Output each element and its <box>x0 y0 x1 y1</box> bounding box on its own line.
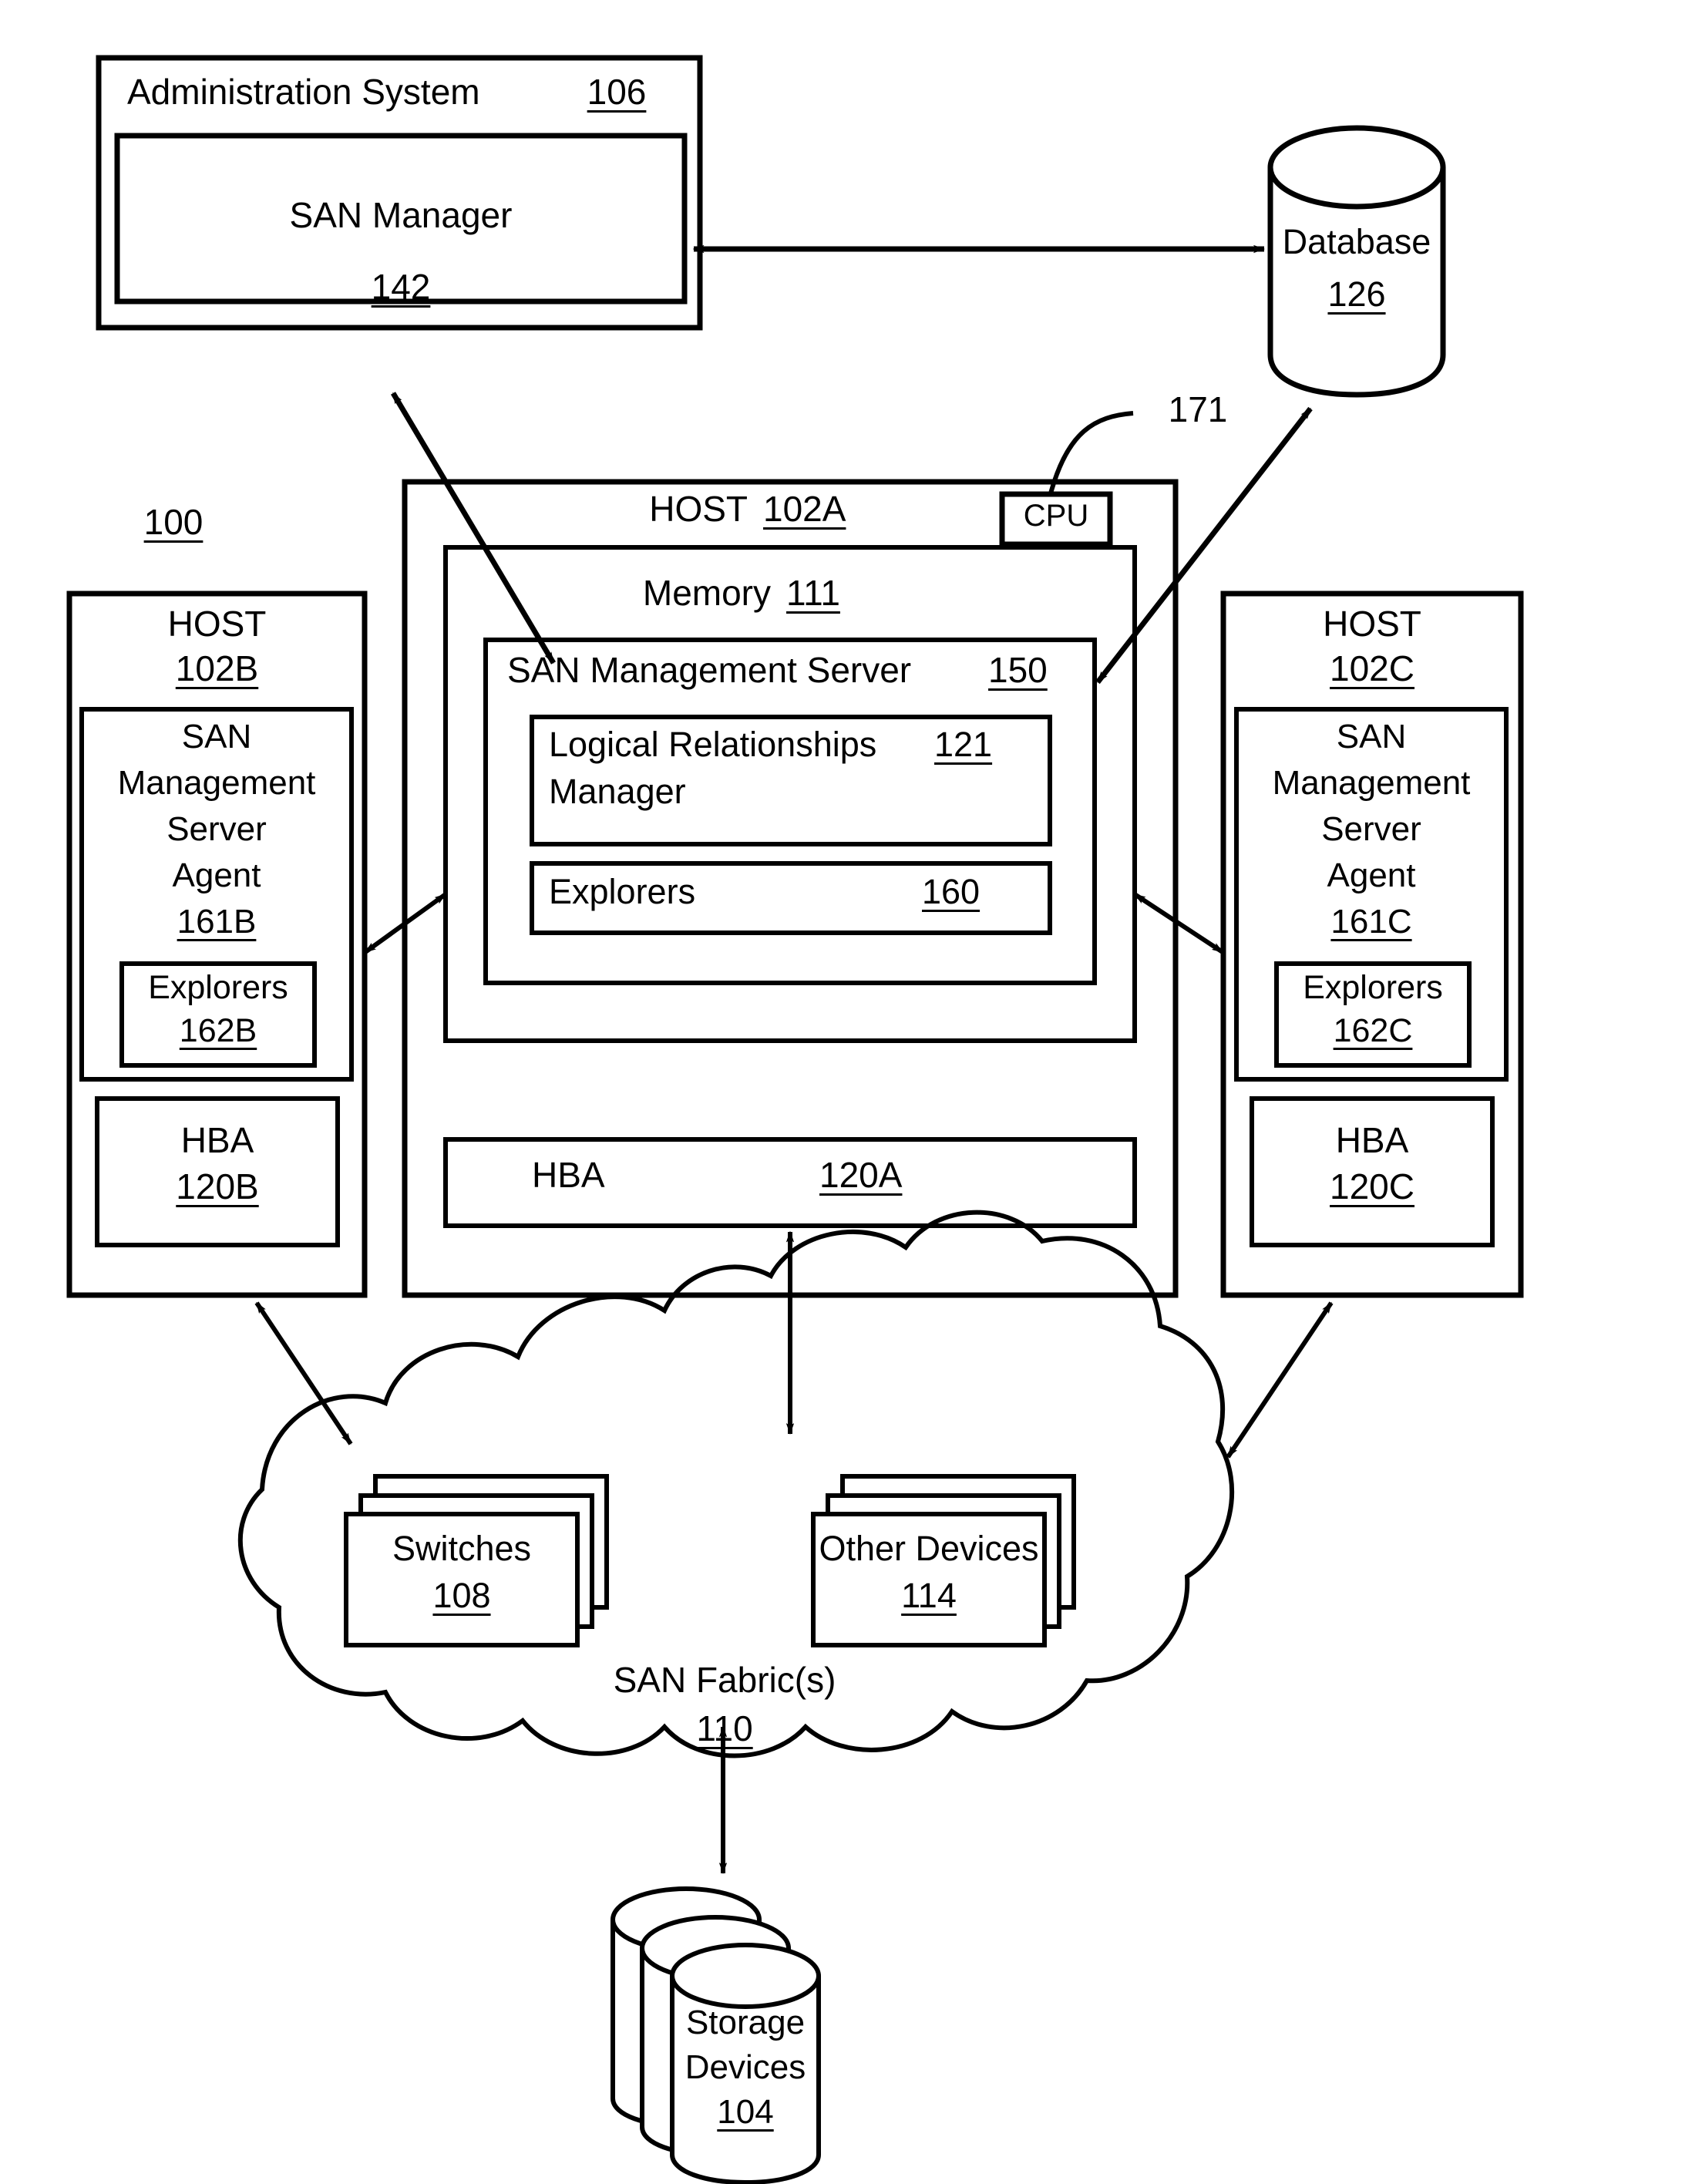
diagram-vector-layer <box>66 55 1524 2184</box>
host-b-title: HOST <box>167 604 267 644</box>
memory-ref: 111 <box>786 573 840 613</box>
host-c-agent-line4: Agent <box>1327 856 1416 894</box>
other-devices-ref: 114 <box>901 1576 957 1615</box>
host-c-agent-line2: Management <box>1272 764 1471 802</box>
host-b-agent-line2: Management <box>117 764 316 802</box>
san-manager-ref: 142 <box>371 267 431 307</box>
host-b-agent-line1: SAN <box>181 718 252 755</box>
hba-120c-ref: 120C <box>1330 1166 1414 1206</box>
host-c-ref: 102C <box>1330 648 1414 688</box>
host-c-agent-line3: Server <box>1321 810 1421 848</box>
logical-relationships-manager-line1: Logical Relationships <box>549 725 877 764</box>
system-ref-100: 100 <box>143 502 204 542</box>
host-c-title: HOST <box>1323 604 1421 644</box>
arrow-hba120b-fabric <box>254 1301 353 1445</box>
switches-title: Switches <box>392 1529 532 1568</box>
arrow-hba120c-fabric <box>1226 1301 1334 1459</box>
cpu-label: CPU <box>1023 499 1089 533</box>
san-manager-title: SAN Manager <box>289 195 513 235</box>
hba-120c-title: HBA <box>1335 1120 1409 1160</box>
database-cylinder-top <box>1267 125 1446 210</box>
switches-ref: 108 <box>432 1576 491 1615</box>
database-title: Database <box>1282 222 1431 261</box>
callout-171-label: 171 <box>1168 389 1228 429</box>
hba-120a-title: HBA <box>532 1155 605 1195</box>
host-a-ref: 102A <box>763 489 846 529</box>
hba-120a-ref: 120A <box>819 1155 903 1195</box>
explorers-160-title: Explorers <box>549 872 696 911</box>
host-c-agent-line1: SAN <box>1336 718 1407 755</box>
arrow-hostc-hosta <box>1133 892 1224 954</box>
explorers-162b-ref: 162B <box>179 1012 257 1049</box>
storage-devices-line1: Storage <box>685 2004 806 2041</box>
database-ref: 126 <box>1327 274 1386 314</box>
host-b-agent-ref: 161B <box>177 903 257 941</box>
host-b-agent-line3: Server <box>167 810 267 848</box>
storage-devices-line2: Devices <box>685 2048 806 2086</box>
san-fabric-ref: 110 <box>696 1708 753 1748</box>
explorers-162c-title: Explorers <box>1303 969 1443 1006</box>
memory-title: Memory <box>642 573 771 613</box>
logical-relationships-manager-line2: Manager <box>549 772 686 811</box>
host-b-agent-line4: Agent <box>172 856 261 894</box>
explorers-160-ref: 160 <box>922 872 981 911</box>
logical-relationships-manager-ref: 121 <box>934 725 993 764</box>
host-a-title: HOST <box>649 489 748 529</box>
host-c-agent-ref: 161C <box>1330 903 1412 941</box>
other-devices-title: Other Devices <box>819 1529 1039 1568</box>
hba-120b-ref: 120B <box>176 1166 259 1206</box>
host-b-ref: 102B <box>175 648 259 688</box>
patent-figure-san-architecture: Administration System 106 SAN Manager 14… <box>0 0 1692 2184</box>
arrow-sanmanager-to-sanmgmtserver <box>390 392 557 665</box>
san-management-server-ref: 150 <box>988 650 1048 690</box>
storage-devices-ref: 104 <box>717 2093 774 2131</box>
explorers-162c-ref: 162C <box>1333 1012 1413 1049</box>
admin-system-title: Administration System <box>127 72 480 112</box>
san-fabric-title: SAN Fabric(s) <box>613 1660 836 1700</box>
hba-120b-title: HBA <box>180 1120 254 1160</box>
storage-cylinder-front-top <box>670 1943 821 2009</box>
admin-system-ref: 106 <box>587 72 647 112</box>
san-management-server-title: SAN Management Server <box>507 650 912 690</box>
explorers-162b-title: Explorers <box>148 969 288 1006</box>
